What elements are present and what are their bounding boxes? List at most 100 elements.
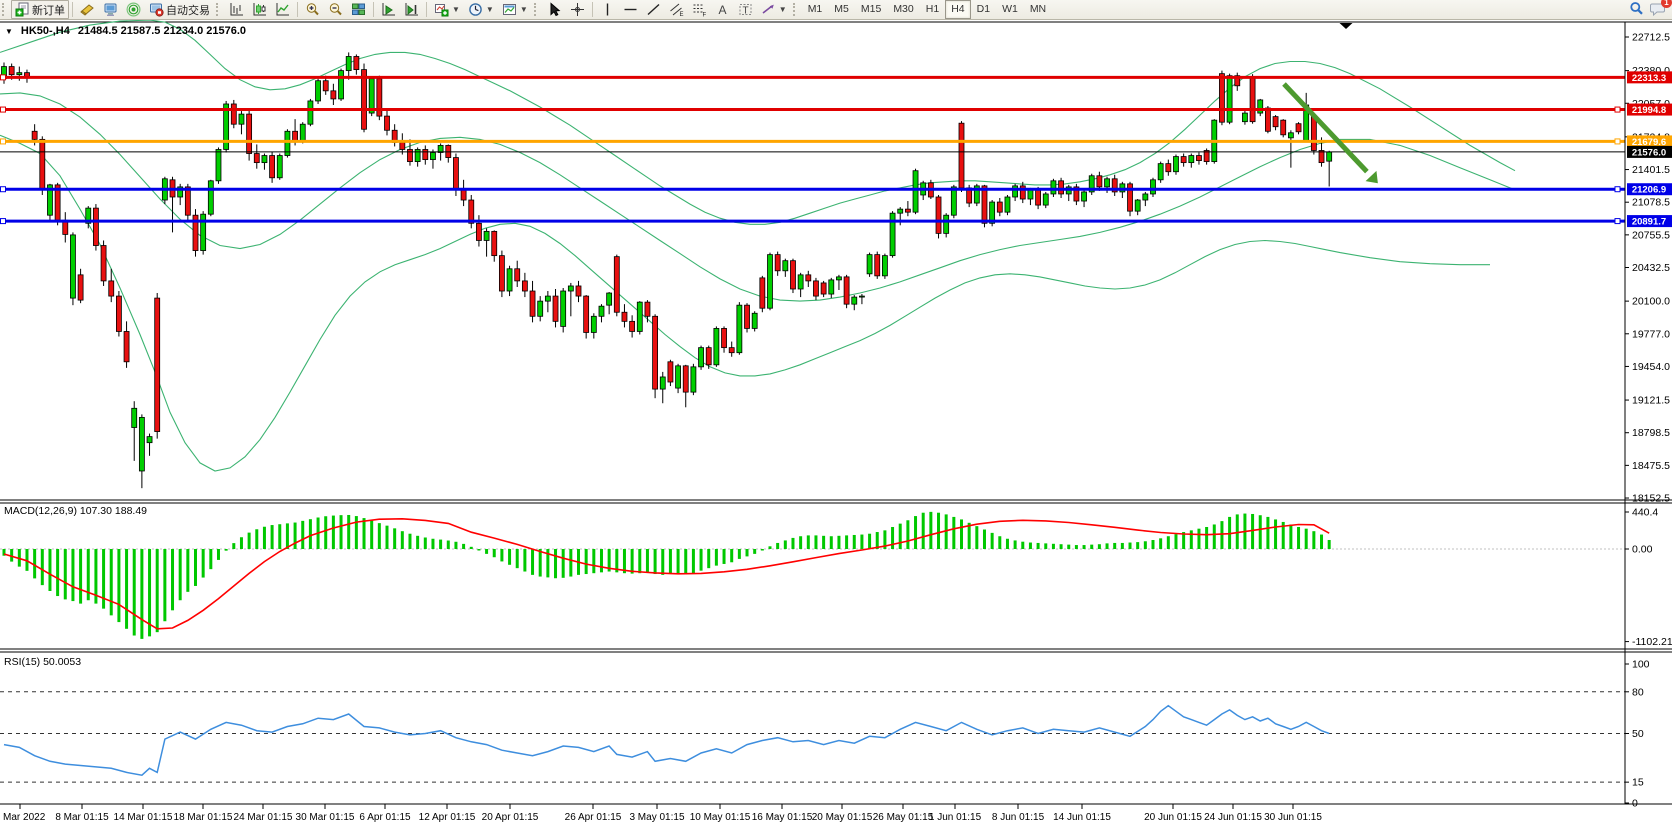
svg-text:21576.0: 21576.0 [1632,147,1666,158]
crosshair-button[interactable] [566,0,589,19]
svg-text:80: 80 [1632,686,1644,698]
fibonacci-button[interactable]: F [688,0,711,19]
chart-shift-marker[interactable] [1340,23,1353,29]
rsi-indicator-label: RSI(15) 50.0053 [4,656,81,668]
line-chart-button[interactable] [271,0,294,19]
new-order-icon [15,2,30,17]
zoom-in-icon [305,2,320,17]
timeframe-h1-button[interactable]: H1 [920,0,945,19]
svg-text:100: 100 [1632,659,1650,671]
trendline-icon [646,2,661,17]
bar-chart-button[interactable] [225,0,248,19]
periods-button[interactable]: ▼ [464,0,498,19]
svg-text:19454.0: 19454.0 [1632,361,1670,373]
svg-text:21206.9: 21206.9 [1632,185,1666,196]
candle-chart-icon [252,2,267,17]
svg-text:12 Apr 01:15: 12 Apr 01:15 [419,812,476,823]
svg-text:21401.5: 21401.5 [1632,164,1670,176]
svg-text:30 Jun 01:15: 30 Jun 01:15 [1264,812,1322,823]
svg-text:18152.5: 18152.5 [1632,493,1670,505]
search-icon[interactable] [1629,1,1644,19]
svg-text:15: 15 [1632,777,1644,789]
signal-button[interactable] [122,0,145,19]
cursor-button[interactable] [543,0,566,19]
timeframe-m15-button[interactable]: M15 [855,0,887,19]
text-button[interactable]: A [711,0,734,19]
price-axis[interactable]: 22712.522380.022057.021724.821401.521078… [1625,22,1672,810]
svg-text:14 Mar 01:15: 14 Mar 01:15 [114,812,173,823]
svg-text:50: 50 [1632,728,1644,740]
autotrade-button[interactable]: 自动交易 [145,0,214,19]
shapes-button[interactable]: ▼ [757,0,791,19]
svg-text:0: 0 [1632,798,1638,810]
shapes-icon [761,2,776,17]
chart-title[interactable]: ▼ HK50-,H4 21484.5 21587.5 21234.0 21576… [5,25,246,37]
macd-panel [0,512,1625,639]
toolbar-separator [592,2,593,17]
chevron-down-icon[interactable]: ▼ [486,5,494,14]
rsi-panel [0,692,1625,782]
terminal-button[interactable] [99,0,122,19]
notifications-button[interactable]: 1 [1650,1,1666,19]
svg-text:8 Jun 01:15: 8 Jun 01:15 [992,812,1045,823]
chart-shift-button[interactable] [400,0,423,19]
trendline-button[interactable] [642,0,665,19]
ticket-icon [80,2,95,17]
auto-scroll-button[interactable] [377,0,400,19]
svg-text:20432.5: 20432.5 [1632,262,1670,274]
svg-text:1 Jun 01:15: 1 Jun 01:15 [929,812,982,823]
fibonacci-icon: F [692,2,707,17]
toolbar-separator [373,2,374,17]
timeframe-h4-button[interactable]: H4 [945,0,970,19]
cursor-icon [547,2,562,17]
vline-icon [600,2,615,17]
toolbar-grip[interactable] [216,3,223,16]
new-order-button[interactable]: 新订单 [11,0,69,19]
svg-text:8 Mar 01:15: 8 Mar 01:15 [55,812,109,823]
zoom-in-button[interactable] [301,0,324,19]
ticket-button[interactable] [76,0,99,19]
svg-text:30 Mar 01:15: 30 Mar 01:15 [296,812,355,823]
toolbar-grip[interactable] [2,3,9,16]
svg-text:26 May 01:15: 26 May 01:15 [873,812,934,823]
svg-text:20 May 01:15: 20 May 01:15 [812,812,873,823]
channel-button[interactable]: E [665,0,688,19]
timeframe-mn-button[interactable]: MN [1024,0,1052,19]
toolbar-separator [72,2,73,17]
chevron-down-icon[interactable]: ▼ [520,5,528,14]
zoom-out-icon [328,2,343,17]
toolbar-grip[interactable] [793,3,800,16]
time-axis[interactable]: 2 Mar 20228 Mar 01:1514 Mar 01:1518 Mar … [0,804,1322,823]
svg-text:6 Apr 01:15: 6 Apr 01:15 [359,812,411,823]
rsi-line [4,706,1329,776]
timeframe-d1-button[interactable]: D1 [971,0,996,19]
svg-text:E: E [679,12,683,17]
tile-windows-button[interactable] [347,0,370,19]
indicators-button[interactable]: ▼ [430,0,464,19]
svg-text:19121.5: 19121.5 [1632,395,1670,407]
button-label: 自动交易 [166,2,210,18]
toolbar-grip[interactable] [534,3,541,16]
chart-canvas[interactable]: 22712.522380.022057.021724.821401.521078… [0,0,1672,826]
channel-icon: E [669,2,684,17]
hline-button[interactable] [619,0,642,19]
vline-button[interactable] [596,0,619,19]
svg-text:18 Mar 01:15: 18 Mar 01:15 [174,812,233,823]
chevron-down-icon[interactable]: ▼ [452,5,460,14]
timeframe-m1-button[interactable]: M1 [802,0,829,19]
timeframe-m30-button[interactable]: M30 [887,0,919,19]
autotrade-icon [149,2,164,17]
candle-chart-button[interactable] [248,0,271,19]
mt4-window: 新订单 自动交易 ▼ ▼ ▼ E FAT ▼ M1M5M15M30H1H4D1W1MN 1 227… [0,0,1672,826]
svg-text:20891.7: 20891.7 [1632,217,1666,228]
label-button[interactable]: T [734,0,757,19]
chevron-down-icon[interactable]: ▼ [779,5,787,14]
timeframe-m5-button[interactable]: M5 [828,0,855,19]
zoom-out-button[interactable] [324,0,347,19]
svg-text:22712.5: 22712.5 [1632,32,1670,44]
svg-text:26 Apr 01:15: 26 Apr 01:15 [565,812,622,823]
macd-indicator-label: MACD(12,26,9) 107.30 188.49 [4,505,147,517]
timeframe-w1-button[interactable]: W1 [996,0,1024,19]
templates-button[interactable]: ▼ [498,0,532,19]
collapse-ohlc-icon[interactable]: ▼ [5,27,13,36]
